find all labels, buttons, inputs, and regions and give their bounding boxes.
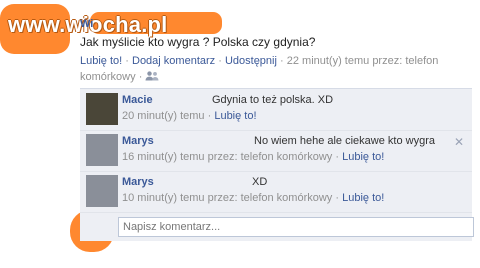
post-actions: Lubię to! · Dodaj komentarz · Udostępnij… xyxy=(80,53,440,85)
add-comment-link[interactable]: Dodaj komentarz xyxy=(132,55,215,67)
separator: · xyxy=(125,55,129,67)
comment-text: No wiem hehe ale ciekawe kto wygra xyxy=(254,135,435,147)
share-link[interactable]: Udostępnij xyxy=(225,55,277,67)
comment-meta: 10 minut(y) temu przez: telefon komórkow… xyxy=(122,192,384,204)
separator: · xyxy=(218,55,222,67)
separator: · xyxy=(207,110,212,122)
post-text: Jak myślicie kto wygra ? Polska czy gdyn… xyxy=(80,35,316,49)
comments-section: Macie Gdynia to też polska. XD 20 minut(… xyxy=(80,88,474,241)
comment-item: Marys No wiem hehe ale ciekawe kto wygra… xyxy=(80,130,472,172)
separator: · xyxy=(280,55,284,67)
friends-icon xyxy=(145,71,159,81)
comment-like-link[interactable]: Lubię to! xyxy=(342,192,384,204)
comment-item: Marys XD 10 minut(y) temu przez: telefon… xyxy=(80,171,472,213)
comment-timestamp[interactable]: 16 minut(y) temu przez: telefon komórkow… xyxy=(122,151,332,163)
comment-text: XD xyxy=(252,176,268,188)
comment-meta: 20 minut(y) temu · Lubię to! xyxy=(122,110,257,122)
separator: · xyxy=(138,71,143,83)
comment-text: Gdynia to też polska. XD xyxy=(212,94,334,106)
post-author[interactable]: Wi xyxy=(80,18,93,30)
comment-like-link[interactable]: Lubię to! xyxy=(214,110,256,122)
comment-composer: Napisz komentarz... xyxy=(80,213,474,241)
avatar[interactable] xyxy=(86,93,118,125)
comment-timestamp[interactable]: 10 minut(y) temu przez: telefon komórkow… xyxy=(122,192,332,204)
separator: · xyxy=(335,151,340,163)
comment-input[interactable]: Napisz komentarz... xyxy=(118,217,474,237)
comment-author[interactable]: Marys xyxy=(122,176,154,188)
comment-meta: 16 minut(y) temu przez: telefon komórkow… xyxy=(122,151,384,163)
comment-like-link[interactable]: Lubię to! xyxy=(342,151,384,163)
close-icon[interactable]: ✕ xyxy=(454,135,464,149)
like-link[interactable]: Lubię to! xyxy=(80,55,122,67)
comment-item: Macie Gdynia to też polska. XD 20 minut(… xyxy=(80,89,472,131)
separator: · xyxy=(335,192,340,204)
avatar[interactable] xyxy=(86,134,118,166)
comment-author[interactable]: Marys xyxy=(122,135,154,147)
avatar[interactable] xyxy=(86,175,118,207)
comment-author[interactable]: Macie xyxy=(122,94,153,106)
comment-timestamp[interactable]: 20 minut(y) temu xyxy=(122,110,205,122)
